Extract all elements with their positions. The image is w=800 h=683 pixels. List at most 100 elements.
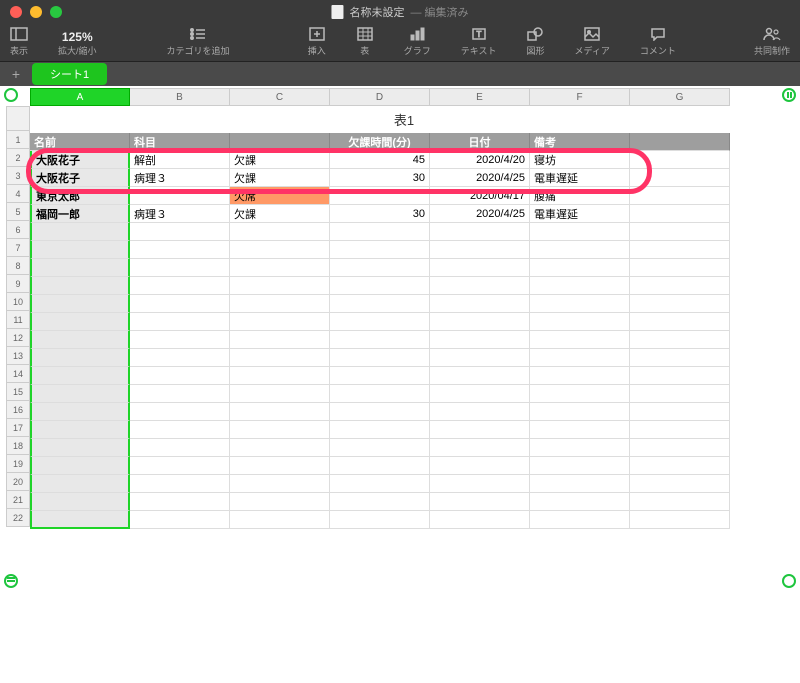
cell[interactable] <box>630 169 730 187</box>
comment-button[interactable]: コメント <box>640 26 676 57</box>
cell[interactable] <box>230 493 330 511</box>
cell[interactable]: 45 <box>330 151 430 169</box>
cell[interactable] <box>330 511 430 529</box>
cell[interactable] <box>330 295 430 313</box>
col-header-g[interactable]: G <box>630 88 730 106</box>
maximize-icon[interactable] <box>50 6 62 18</box>
table-handle-br[interactable] <box>782 574 796 588</box>
cell[interactable] <box>630 205 730 223</box>
cell[interactable]: 電車遅延 <box>530 169 630 187</box>
cell[interactable] <box>430 241 530 259</box>
cell[interactable] <box>30 385 130 403</box>
cell[interactable] <box>530 367 630 385</box>
col-header-c[interactable]: C <box>230 88 330 106</box>
row-header[interactable]: 16 <box>6 401 30 419</box>
category-button[interactable]: カテゴリを追加 <box>167 26 230 57</box>
cell[interactable] <box>630 241 730 259</box>
cell[interactable] <box>30 493 130 511</box>
cell[interactable]: 2020/04/17 <box>430 187 530 205</box>
cell[interactable] <box>630 295 730 313</box>
cell[interactable] <box>330 457 430 475</box>
cell[interactable] <box>230 349 330 367</box>
collab-button[interactable]: 共同制作 <box>754 26 790 57</box>
media-button[interactable]: メディア <box>574 26 609 57</box>
cell[interactable] <box>530 349 630 367</box>
cell[interactable] <box>30 439 130 457</box>
cell[interactable] <box>130 439 230 457</box>
table-handle-tl[interactable] <box>4 88 18 102</box>
cell[interactable] <box>30 259 130 277</box>
cell[interactable] <box>630 493 730 511</box>
cell[interactable] <box>130 421 230 439</box>
col-header-f[interactable]: F <box>530 88 630 106</box>
cell[interactable] <box>30 403 130 421</box>
cell[interactable] <box>630 223 730 241</box>
hdr-subject[interactable]: 科目 <box>130 133 230 151</box>
cell[interactable] <box>530 295 630 313</box>
cell[interactable] <box>230 277 330 295</box>
cell[interactable] <box>530 457 630 475</box>
col-header-a[interactable]: A <box>30 88 130 106</box>
cell[interactable]: 解剖 <box>130 151 230 169</box>
row-header[interactable]: 7 <box>6 239 30 257</box>
cell[interactable] <box>430 277 530 295</box>
cell[interactable] <box>230 313 330 331</box>
cell[interactable] <box>530 223 630 241</box>
cell[interactable] <box>130 475 230 493</box>
row-header[interactable]: 11 <box>6 311 30 329</box>
cell[interactable] <box>330 349 430 367</box>
row-header[interactable]: 19 <box>6 455 30 473</box>
insert-button[interactable]: 挿入 <box>308 26 326 57</box>
cell[interactable]: 大阪花子 <box>30 151 130 169</box>
cell[interactable] <box>230 439 330 457</box>
row-header[interactable]: 20 <box>6 473 30 491</box>
cell[interactable] <box>330 421 430 439</box>
cell[interactable]: 腹痛 <box>530 187 630 205</box>
row-header[interactable]: 2 <box>6 149 30 167</box>
cell[interactable]: 病理３ <box>130 169 230 187</box>
cell[interactable] <box>530 439 630 457</box>
cell[interactable] <box>330 223 430 241</box>
cell[interactable] <box>430 313 530 331</box>
cell[interactable] <box>530 241 630 259</box>
cell[interactable] <box>130 223 230 241</box>
cell[interactable] <box>230 223 330 241</box>
cell[interactable]: 2020/4/25 <box>430 205 530 223</box>
row-header[interactable]: 1 <box>6 131 30 149</box>
cell[interactable] <box>30 331 130 349</box>
cell[interactable] <box>130 277 230 295</box>
cell[interactable] <box>130 403 230 421</box>
cell[interactable] <box>30 457 130 475</box>
table-handle-bl[interactable] <box>4 574 18 588</box>
cell[interactable]: 欠課 <box>230 205 330 223</box>
cell[interactable] <box>630 367 730 385</box>
cell[interactable] <box>130 493 230 511</box>
row-header[interactable]: 9 <box>6 275 30 293</box>
cell[interactable] <box>130 295 230 313</box>
row-header[interactable]: 14 <box>6 365 30 383</box>
cell[interactable] <box>530 277 630 295</box>
cell[interactable]: 大阪花子 <box>30 169 130 187</box>
row-header[interactable]: 4 <box>6 185 30 203</box>
cell[interactable] <box>230 367 330 385</box>
cell[interactable] <box>130 259 230 277</box>
cell[interactable] <box>430 457 530 475</box>
cell[interactable] <box>630 475 730 493</box>
cell[interactable] <box>130 349 230 367</box>
row-header[interactable]: 6 <box>6 221 30 239</box>
cell[interactable] <box>230 241 330 259</box>
cell[interactable] <box>30 367 130 385</box>
cell[interactable] <box>630 313 730 331</box>
cell[interactable] <box>630 421 730 439</box>
cell[interactable] <box>430 295 530 313</box>
cell[interactable] <box>330 475 430 493</box>
cell[interactable] <box>430 367 530 385</box>
row-header[interactable]: 10 <box>6 293 30 311</box>
cell[interactable] <box>530 511 630 529</box>
hdr-absent[interactable]: 欠課時間(分) <box>330 133 430 151</box>
cell[interactable] <box>530 331 630 349</box>
cell[interactable] <box>230 403 330 421</box>
cell[interactable] <box>630 331 730 349</box>
cell[interactable] <box>530 259 630 277</box>
cell[interactable] <box>330 439 430 457</box>
